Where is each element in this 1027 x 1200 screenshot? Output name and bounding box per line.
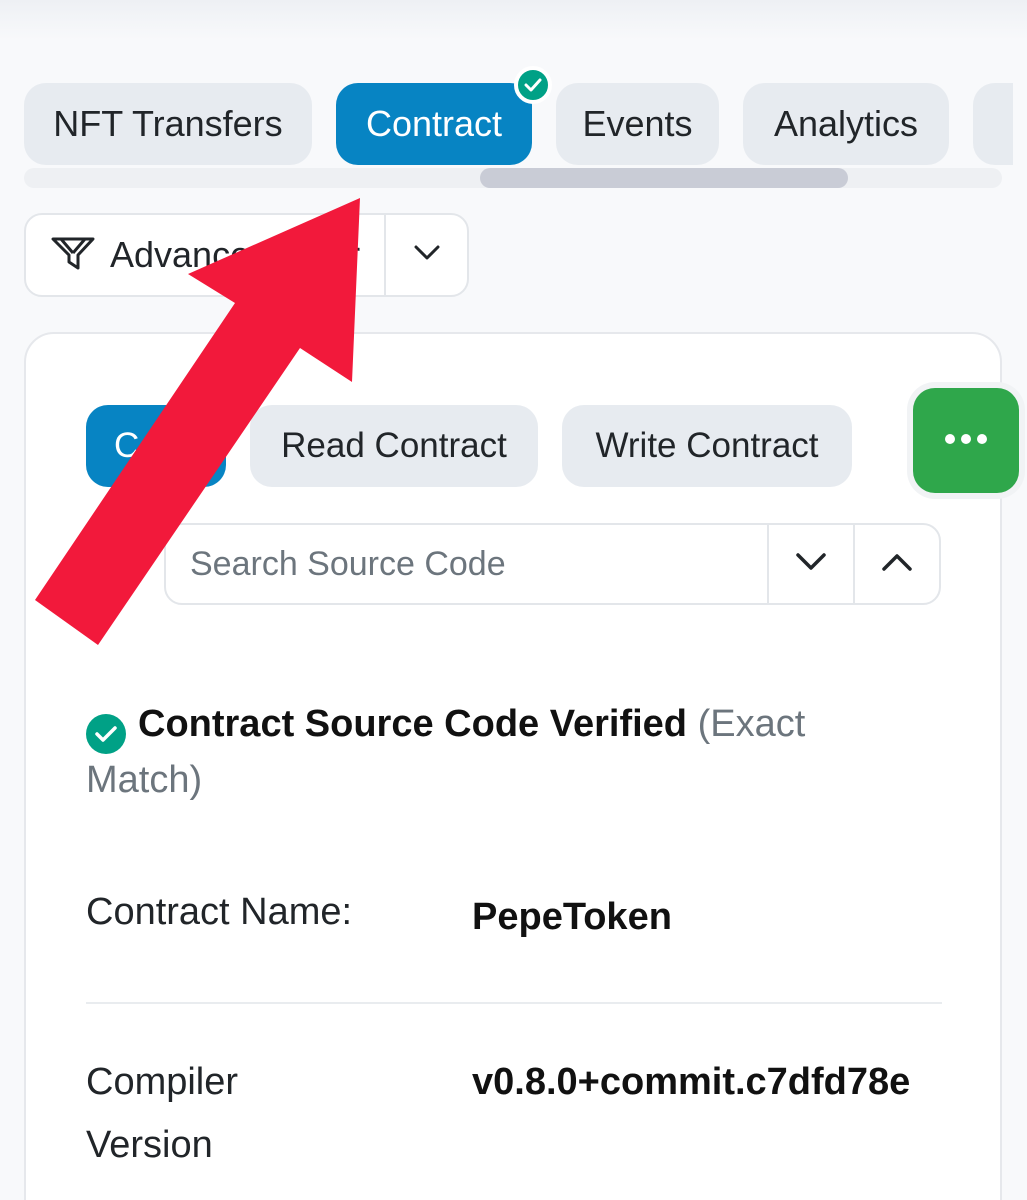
advanced-filter-dropdown[interactable] bbox=[386, 215, 467, 295]
compiler-version-value: v0.8.0+commit.c7dfd78e bbox=[472, 1061, 911, 1103]
subtab-code[interactable]: Code bbox=[86, 405, 226, 487]
filter-icon bbox=[50, 235, 96, 276]
compiler-label-line-1: Compiler bbox=[86, 1061, 239, 1103]
search-prev-button[interactable] bbox=[853, 525, 939, 603]
verification-status: Contract Source Code Verified (Exact Mat… bbox=[86, 698, 866, 806]
check-icon bbox=[86, 714, 126, 754]
tab-nft-transfers[interactable]: NFT Transfers bbox=[24, 83, 312, 165]
tab-contract[interactable]: Contract bbox=[336, 83, 532, 165]
tab-events[interactable]: Events bbox=[556, 83, 719, 165]
row-divider bbox=[86, 1002, 942, 1004]
advanced-filter-label: Advanced Filter bbox=[110, 234, 361, 275]
chevron-down-icon bbox=[414, 245, 440, 266]
contract-name-label: Contract Name: bbox=[86, 891, 353, 933]
top-blurred-strip bbox=[0, 0, 1027, 40]
advanced-filter-button[interactable]: Advanced Filter bbox=[26, 215, 384, 295]
source-code-search bbox=[164, 523, 941, 605]
tab-scroll-thumb[interactable] bbox=[480, 168, 848, 188]
search-next-button[interactable] bbox=[767, 525, 853, 603]
compiler-label-line-2: Version bbox=[86, 1124, 213, 1166]
chevron-up-icon bbox=[881, 552, 913, 577]
verified-check-icon bbox=[514, 66, 552, 104]
tab-analytics[interactable]: Analytics bbox=[743, 83, 949, 165]
contract-name-value: PepeToken bbox=[472, 896, 672, 938]
chevron-down-icon bbox=[795, 552, 827, 577]
advanced-filter[interactable]: Advanced Filter bbox=[24, 213, 469, 297]
search-input[interactable] bbox=[166, 525, 768, 603]
tab-bar: NFT Transfers Contract Events Analytics bbox=[24, 66, 1013, 167]
verification-title: Contract Source Code Verified bbox=[138, 703, 688, 745]
tab-more-partial[interactable] bbox=[973, 83, 1013, 165]
subtab-read-contract[interactable]: Read Contract bbox=[250, 405, 538, 487]
more-dots-icon bbox=[944, 432, 988, 450]
more-options-button[interactable] bbox=[913, 388, 1019, 493]
subtab-write-contract[interactable]: Write Contract bbox=[562, 405, 852, 487]
